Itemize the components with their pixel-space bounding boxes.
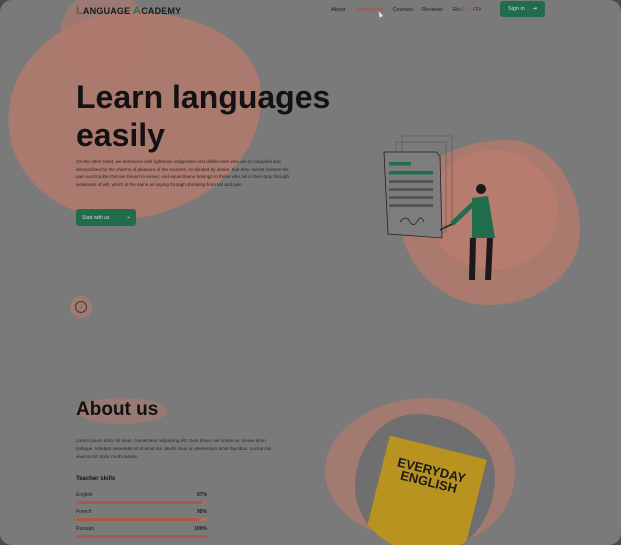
person-head (476, 184, 486, 194)
page: LANGUAGE ACADEMY About Advantages Course… (0, 0, 621, 545)
skill-value: 97% (196, 492, 207, 498)
arrow-right-icon: ⇢ (125, 214, 130, 221)
doc-line (389, 180, 433, 183)
skill-name: French (76, 509, 92, 515)
skill-bar (76, 535, 207, 538)
nav-menu: About Advantages Courses Reviews (331, 7, 443, 13)
lang-ru[interactable]: Ru (453, 7, 460, 13)
nav-item-reviews[interactable]: Reviews (422, 7, 443, 13)
logo-letter: L (76, 5, 83, 17)
about-paragraph: Lorem ipsum dolor sit amet, consectetur … (76, 438, 272, 459)
sign-in-button[interactable]: Sign in ⇥ (500, 1, 545, 17)
top-nav: LANGUAGE ACADEMY About Advantages Course… (0, 0, 621, 22)
logo-letter: A (133, 5, 142, 17)
skill-bar (76, 518, 207, 521)
logo-text: CADEMY (141, 6, 182, 16)
doc-line (389, 188, 433, 191)
book-image: EVERYDAY ENGLISH (363, 435, 487, 545)
hero-title: Learn languages easily (76, 79, 331, 153)
skill-bar (76, 501, 207, 504)
skill-french: French 95% (76, 509, 207, 521)
arrow-down-icon: ↓ (79, 304, 83, 310)
book-title: EVERYDAY ENGLISH (395, 454, 468, 497)
person-legs (469, 237, 493, 281)
person-arm (450, 202, 475, 226)
doc-line (389, 196, 433, 199)
hero-paragraph: On the other hand, we denounce with righ… (76, 159, 289, 187)
start-with-us-button[interactable]: Start with us ⇢ (76, 209, 136, 226)
contract-illustration (383, 135, 495, 281)
screen: LANGUAGE ACADEMY About Advantages Course… (0, 0, 621, 545)
skill-name: Russian (76, 526, 95, 532)
person-body (472, 196, 495, 238)
scroll-down-button[interactable]: ↓ (75, 301, 87, 313)
logo[interactable]: LANGUAGE ACADEMY (76, 5, 181, 17)
skill-bar-fill (76, 501, 204, 504)
doc-line (389, 171, 433, 175)
skill-bar-fill (76, 535, 207, 538)
language-switcher: Ru / En / Fr (453, 7, 481, 13)
skill-bar-fill (76, 518, 201, 521)
skills-title: Teacher skills (76, 476, 116, 482)
skill-value: 95% (196, 509, 207, 515)
nav-item-about[interactable]: About (331, 7, 345, 13)
skill-english: English 97% (76, 492, 207, 504)
login-icon: ⇥ (532, 6, 537, 12)
lang-fr[interactable]: Fr (476, 7, 481, 13)
skill-name: English (76, 492, 93, 498)
doc-line (389, 162, 411, 166)
skill-russian: Russian 100% (76, 526, 207, 538)
nav-item-courses[interactable]: Courses (392, 7, 412, 13)
about-title: About us (76, 399, 159, 420)
doc-line (389, 204, 433, 207)
cta-label: Start with us (82, 214, 110, 221)
logo-text: ANGUAGE (82, 6, 134, 16)
sign-in-label: Sign in (508, 6, 525, 12)
book-photo: EVERYDAY ENGLISH (355, 414, 495, 545)
skill-value: 100% (194, 526, 207, 532)
